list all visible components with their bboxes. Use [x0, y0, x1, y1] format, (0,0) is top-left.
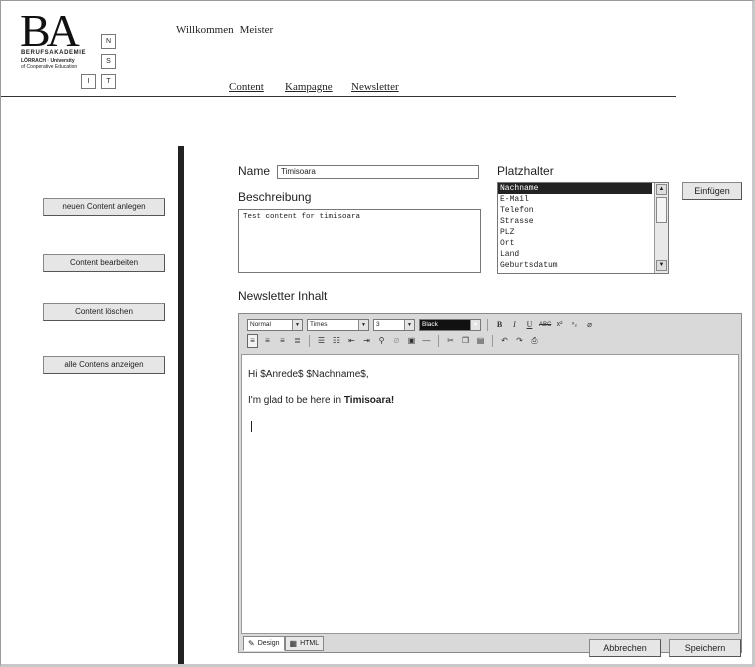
new-content-button[interactable]: neuen Content anlegen	[43, 198, 165, 216]
insert-button[interactable]: Einfügen	[682, 182, 742, 200]
description-textarea[interactable]: Test content for timisoara	[238, 209, 481, 273]
justify-icon[interactable]: ≣	[292, 335, 303, 347]
name-input[interactable]: Timisoara	[277, 165, 479, 179]
align-left-icon[interactable]: ≡	[247, 334, 258, 348]
horizontal-rule-icon[interactable]: ―	[421, 335, 432, 347]
font-select[interactable]: Times ▼	[307, 319, 369, 331]
italic-icon[interactable]: I	[509, 319, 520, 331]
logo-name: BERUFSAKADEMIE	[21, 50, 87, 56]
nav-content[interactable]: Content	[229, 81, 264, 93]
sidebar-divider	[178, 146, 184, 667]
welcome-label: Willkommen	[176, 24, 234, 36]
listbox-scrollbar[interactable]: ▲ ▼	[654, 183, 668, 273]
cut-icon[interactable]: ✂	[445, 335, 456, 347]
editor-content-area[interactable]: Hi $Anrede$ $Nachname$, I'm glad to be h…	[241, 354, 739, 634]
placeholder-option[interactable]: Land	[498, 249, 652, 260]
toolbar-separator	[487, 319, 488, 331]
name-label: Name	[238, 164, 271, 178]
tab-design-label: Design	[257, 640, 280, 647]
tab-html[interactable]: ▦ HTML	[284, 636, 325, 651]
editor-line-1: Hi $Anrede$ $Nachname$,	[248, 369, 369, 380]
scroll-thumb[interactable]	[656, 197, 667, 223]
placeholder-option[interactable]: Geburtsdatum	[498, 260, 652, 271]
chevron-down-icon: ▼	[292, 320, 302, 330]
placeholder-label: Platzhalter	[497, 164, 554, 178]
color-select-value: Black	[422, 321, 438, 328]
superscript-icon[interactable]: x²	[554, 319, 565, 331]
placeholder-option[interactable]: PLZ	[498, 227, 652, 238]
placeholder-option[interactable]: Strasse	[498, 216, 652, 227]
delete-content-button[interactable]: Content löschen	[43, 303, 165, 321]
link-icon[interactable]: ⚲	[376, 335, 387, 347]
placeholder-option[interactable]: E-Mail	[498, 194, 652, 205]
font-select-value: Times	[310, 321, 328, 328]
header-divider	[0, 96, 676, 97]
unlink-icon[interactable]: ⊘	[391, 335, 402, 347]
paste-icon[interactable]: ▤	[475, 335, 486, 347]
user-name: Meister	[239, 24, 274, 36]
nav-kampagne[interactable]: Kampagne	[285, 81, 333, 93]
underline-icon[interactable]: U	[524, 319, 535, 331]
placeholder-option[interactable]: Telefon	[498, 205, 652, 216]
align-right-icon[interactable]: ≡	[277, 335, 288, 347]
copy-icon[interactable]: ❐	[460, 335, 471, 347]
newsletter-content-label: Newsletter Inhalt	[238, 289, 328, 303]
indent-icon[interactable]: ⇥	[361, 335, 372, 347]
placeholder-option[interactable]: Nachname	[498, 183, 652, 194]
toolbar-separator	[492, 335, 493, 347]
chevron-down-icon: ▼	[404, 320, 414, 330]
toolbar-row-2: ≡ ≡ ≡ ≣ ☰ ☷ ⇤ ⇥ ⚲ ⊘ ▣ ― ✂ ❐ ▤ ↶ ↷ ⎙	[247, 334, 540, 348]
unordered-list-icon[interactable]: ☰	[316, 335, 327, 347]
save-button[interactable]: Speichern	[669, 639, 741, 657]
show-all-content-button[interactable]: alle Contens anzeigen	[43, 356, 165, 374]
editor-mode-tabs: ✎ Design ▦ HTML	[243, 636, 325, 651]
design-icon: ✎	[248, 639, 255, 648]
toolbar-row-1: Normal ▼ Times ▼ 3 ▼ Black ▼ B I U ABC x² ⁿ₂…	[247, 318, 595, 332]
print-icon[interactable]: ⎙	[529, 335, 540, 347]
logo: BA BERUFSAKADEMIE LÖRRACH · University o…	[18, 5, 138, 94]
scroll-down-icon[interactable]: ▼	[656, 260, 667, 271]
logo-box-t: T	[101, 74, 116, 89]
format-select[interactable]: Normal ▼	[247, 319, 303, 331]
editor-line-2: I'm glad to be here in Timisoara!	[248, 395, 394, 406]
redo-icon[interactable]: ↷	[514, 335, 525, 347]
ordered-list-icon[interactable]: ☷	[331, 335, 342, 347]
scroll-up-icon[interactable]: ▲	[656, 184, 667, 195]
tab-design[interactable]: ✎ Design	[243, 636, 285, 651]
tab-html-label: HTML	[300, 640, 320, 647]
image-icon[interactable]: ▣	[406, 335, 417, 347]
logo-box-n: N	[101, 34, 116, 49]
chevron-down-icon: ▼	[358, 320, 368, 330]
eraser-icon[interactable]: ⌀	[584, 319, 595, 331]
description-label: Beschreibung	[238, 190, 312, 204]
cancel-button[interactable]: Abbrechen	[589, 639, 661, 657]
editor-line-2-bold: Timisoara!	[343, 395, 395, 406]
chevron-down-icon: ▼	[470, 320, 480, 330]
html-icon: ▦	[289, 639, 298, 648]
logo-box-i: I	[81, 74, 96, 89]
logo-box-s: S	[101, 54, 116, 69]
outdent-icon[interactable]: ⇤	[346, 335, 357, 347]
subscript-icon[interactable]: ⁿ₂	[569, 319, 580, 331]
rich-text-editor: Normal ▼ Times ▼ 3 ▼ Black ▼ B I U ABC x² ⁿ₂…	[238, 313, 742, 653]
editor-line-2-text: I'm glad to be here in	[248, 395, 344, 406]
edit-content-button[interactable]: Content bearbeiten	[43, 254, 165, 272]
size-select[interactable]: 3 ▼	[373, 319, 415, 331]
placeholder-option[interactable]: Ort	[498, 238, 652, 249]
welcome-text: Willkommen Meister	[176, 24, 279, 36]
nav-newsletter[interactable]: Newsletter	[351, 81, 399, 93]
undo-icon[interactable]: ↶	[499, 335, 510, 347]
color-select[interactable]: Black ▼	[419, 319, 481, 331]
size-select-value: 3	[376, 321, 380, 328]
toolbar-separator	[309, 335, 310, 347]
strikethrough-icon[interactable]: ABC	[539, 319, 551, 331]
bold-icon[interactable]: B	[494, 319, 505, 331]
text-caret	[251, 421, 252, 432]
align-center-icon[interactable]: ≡	[262, 335, 273, 347]
logo-subtitle-2: of Cooperative Education	[21, 64, 78, 70]
placeholder-listbox[interactable]: Nachname E-Mail Telefon Strasse PLZ Ort …	[497, 182, 669, 274]
format-select-value: Normal	[250, 321, 271, 328]
toolbar-separator	[438, 335, 439, 347]
